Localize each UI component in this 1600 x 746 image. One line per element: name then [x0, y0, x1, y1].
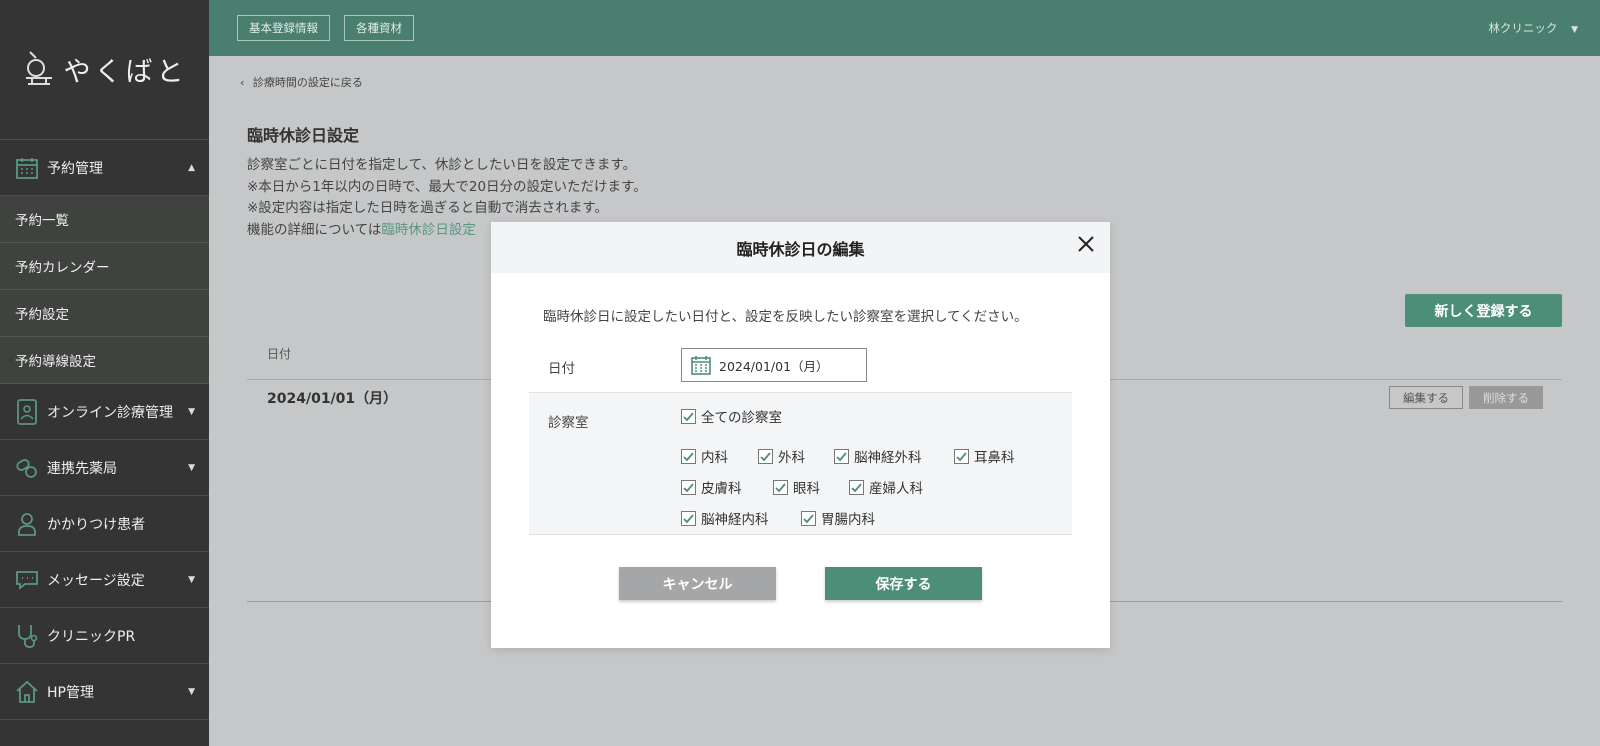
- check-icon: [834, 448, 849, 464]
- sidebar-item-label: かかりつけ患者: [47, 516, 146, 533]
- calendar-icon: [14, 155, 40, 181]
- sidebar: やくばと 予約管理 ▲ 予約一覧 予約カレンダー 予約設定 予約導線設定 オンラ…: [0, 0, 209, 746]
- sidebar-item-hp[interactable]: HP管理 ▼: [0, 664, 209, 720]
- back-link-label: 診療時間の設定に戻る: [252, 76, 363, 89]
- check-icon: [773, 479, 788, 495]
- sidebar-item-patients[interactable]: かかりつけ患者: [0, 496, 209, 552]
- checkbox-room[interactable]: 皮膚科: [681, 477, 742, 497]
- checkbox-label: 皮膚科: [701, 481, 742, 497]
- help-link[interactable]: 臨時休診日設定: [381, 222, 476, 238]
- cancel-button[interactable]: キャンセル: [619, 567, 776, 600]
- checkbox-label: 耳鼻科: [974, 450, 1015, 466]
- check-icon: [681, 448, 696, 464]
- close-icon[interactable]: [1074, 232, 1098, 256]
- chevron-down-icon: ▼: [188, 462, 195, 473]
- sidebar-item-label: HP管理: [47, 684, 94, 701]
- table-row-date: 2024/01/01（月）: [267, 391, 398, 407]
- sidebar-item-pharmacy[interactable]: 連携先薬局 ▼: [0, 440, 209, 496]
- check-icon: [681, 510, 696, 526]
- checkbox-label: 脳神経外科: [854, 450, 922, 466]
- clinic-menu[interactable]: 林クリニック ▼: [1488, 20, 1578, 36]
- sidebar-item-label: オンライン診療管理: [47, 404, 173, 421]
- sidebar-item-reservation[interactable]: 予約管理 ▲: [0, 140, 209, 196]
- brand-logo[interactable]: やくばと: [0, 0, 209, 140]
- person-icon: [14, 511, 40, 537]
- chevron-down-icon: ▼: [1571, 25, 1578, 35]
- edit-holiday-modal: 臨時休診日の編集 臨時休診日に設定したい日付と、設定を反映したい診察室を選択して…: [491, 222, 1110, 648]
- chevron-down-icon: ▼: [188, 406, 195, 417]
- checkbox-label: 全ての診察室: [701, 410, 782, 426]
- check-icon: [849, 479, 864, 495]
- desc-prefix: 機能の詳細については: [247, 221, 382, 238]
- sidebar-item-reservation-settings[interactable]: 予約設定: [0, 290, 209, 337]
- date-value: 2024/01/01（月）: [719, 358, 829, 374]
- materials-button[interactable]: 各種資材: [344, 15, 414, 41]
- chevron-down-icon: ▼: [188, 574, 195, 585]
- checkbox-label: 脳神経内科: [701, 512, 769, 528]
- date-label: 日付: [548, 361, 575, 377]
- checkbox-label: 内科: [701, 450, 728, 466]
- checkbox-label: 産婦人科: [869, 481, 923, 497]
- sidebar-item-label: 連携先薬局: [47, 460, 117, 477]
- date-field[interactable]: 2024/01/01（月）: [681, 348, 867, 382]
- checkbox-all-rooms[interactable]: 全ての診察室: [681, 406, 782, 426]
- sidebar-item-reservation-list[interactable]: 予約一覧: [0, 196, 209, 243]
- checkbox-label: 眼科: [793, 481, 820, 497]
- desc-line: ※設定内容は指定した日時を過ぎると自動で消去されます。: [247, 200, 608, 216]
- check-icon: [954, 448, 969, 464]
- checkbox-room[interactable]: 外科: [758, 446, 805, 466]
- sidebar-item-reservation-calendar[interactable]: 予約カレンダー: [0, 243, 209, 290]
- delete-button[interactable]: 削除する: [1469, 386, 1543, 409]
- desc-line: ※本日から1年以内の日時で、最大で20日分の設定いただけます。: [247, 178, 647, 195]
- calendar-icon: [691, 356, 711, 375]
- checkbox-label: 外科: [778, 450, 805, 466]
- modal-instruction: 臨時休診日に設定したい日付と、設定を反映したい診察室を選択してください。: [543, 309, 1028, 325]
- sidebar-item-messages[interactable]: メッセージ設定 ▼: [0, 552, 209, 608]
- modal-header: 臨時休診日の編集: [491, 222, 1110, 273]
- sidebar-item-clinic-pr[interactable]: クリニックPR: [0, 608, 209, 664]
- chat-icon: [14, 567, 40, 593]
- back-link[interactable]: ‹ 診療時間の設定に戻る: [240, 74, 363, 90]
- check-icon: [801, 510, 816, 526]
- checkbox-room[interactable]: 内科: [681, 446, 728, 466]
- chevron-left-icon: ‹: [240, 76, 245, 89]
- check-icon: [758, 448, 773, 464]
- desc-line: 診察室ごとに日付を指定して、休診としたい日を設定できます。: [247, 157, 637, 173]
- brand-name: やくばと: [63, 57, 188, 88]
- stethoscope-icon: [14, 623, 40, 649]
- sidebar-item-label: メッセージ設定: [47, 572, 145, 589]
- checkbox-room[interactable]: 産婦人科: [849, 477, 923, 497]
- edit-button[interactable]: 編集する: [1389, 386, 1463, 409]
- modal-title: 臨時休診日の編集: [736, 239, 865, 259]
- basic-info-button[interactable]: 基本登録情報: [237, 15, 330, 41]
- chevron-down-icon: ▼: [188, 686, 195, 697]
- top-bar: 基本登録情報 各種資材 林クリニック ▼: [209, 0, 1600, 56]
- check-icon: [681, 408, 696, 424]
- sidebar-item-label: クリニックPR: [47, 628, 136, 645]
- sidebar-item-online[interactable]: オンライン診療管理 ▼: [0, 384, 209, 440]
- checkbox-room[interactable]: 脳神経外科: [834, 446, 922, 466]
- clinic-name: 林クリニック: [1488, 21, 1558, 35]
- tablet-doctor-icon: [14, 398, 40, 425]
- checkbox-room[interactable]: 眼科: [773, 477, 820, 497]
- sidebar-item-label: 予約管理: [47, 160, 103, 177]
- checkbox-room[interactable]: 耳鼻科: [954, 446, 1015, 466]
- table-header-date: 日付: [267, 347, 292, 361]
- logo-icon: [25, 50, 52, 85]
- new-register-button[interactable]: 新しく登録する: [1405, 294, 1562, 327]
- checkbox-room[interactable]: 脳神経内科: [681, 508, 769, 528]
- chevron-up-icon: ▲: [188, 162, 195, 173]
- save-button[interactable]: 保存する: [825, 567, 982, 600]
- check-icon: [681, 479, 696, 495]
- checkbox-room[interactable]: 胃腸内科: [801, 508, 875, 528]
- page-title: 臨時休診日設定: [247, 126, 360, 145]
- home-icon: [14, 679, 40, 705]
- sidebar-item-reservation-flow[interactable]: 予約導線設定: [0, 337, 209, 384]
- pills-icon: [14, 455, 40, 481]
- checkbox-label: 胃腸内科: [821, 512, 875, 528]
- room-label: 診察室: [548, 415, 589, 431]
